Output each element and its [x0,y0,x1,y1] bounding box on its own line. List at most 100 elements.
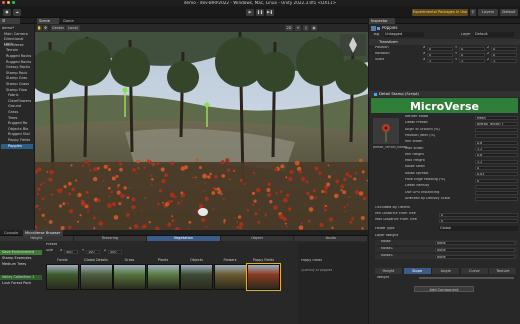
transform-rotation-x-field[interactable]: 0 [427,52,453,57]
hierarchy-item[interactable]: Fabric [1,93,33,98]
hierarchy-item[interactable]: Stamp Gras [1,76,33,81]
category-label[interactable]: Grass [113,258,146,263]
minimize-icon[interactable] [7,1,10,4]
transform-position-z-field[interactable]: 0 [491,46,517,51]
property-field[interactable]: 0.8 [475,153,518,158]
falloff-dropdown[interactable]: Global [439,226,518,231]
active-checkbox[interactable] [377,27,380,30]
browser-sidebar-item[interactable]: Stamp Examples [0,256,42,261]
move-tool-icon[interactable]: ✥ [43,25,48,31]
size-field[interactable]: 500 [64,249,78,254]
occluded-by-others-header[interactable]: Occluded By Others [375,206,410,210]
hierarchy-item[interactable]: Objects Blo [1,127,33,132]
transform-scale-x-field[interactable]: 1 [427,58,453,63]
hierarchy-item[interactable]: Main Camera [1,32,33,37]
hand-tool-icon[interactable]: ✋ [37,25,42,31]
category-thumbnail[interactable] [180,264,213,290]
layer-dropdown[interactable]: Default [474,32,514,37]
tool-tab[interactable]: Object [220,236,295,241]
hierarchy-item[interactable]: Stamp Rock [1,71,33,76]
tool-tab[interactable]: Audio [294,236,368,241]
experimental-packages-badge[interactable]: Experimental Packages In Use [412,9,468,16]
filter-tab[interactable]: Height [375,268,403,274]
property-field[interactable]: 0.8 [475,140,518,145]
add-component-button[interactable]: Add Component [414,286,474,292]
noise-row[interactable]: Noise None [375,240,518,245]
category-thumbnail[interactable] [113,264,146,290]
property-field[interactable]: 0.03 [475,172,518,177]
transform-scale-y-field[interactable]: 1 [459,58,485,63]
property-field[interactable]: Mesh [475,115,518,120]
category-label[interactable]: Forest [46,258,79,263]
property-field[interactable]: 1.2 [475,147,518,151]
noise-field[interactable]: None [435,240,515,245]
audio-icon[interactable]: ♫ [303,25,309,31]
search-icon[interactable]: ⚲ [470,9,476,16]
category-thumbnail[interactable] [146,264,180,290]
category-label[interactable]: Global Details [80,258,113,263]
hierarchy-item[interactable]: Stamp Grass [1,82,33,87]
pivot-center-dropdown[interactable]: Center [51,25,65,31]
hierarchy-item[interactable]: Grass [1,110,33,115]
2d-toggle[interactable]: 2D [285,25,293,31]
hierarchy-item[interactable]: Ground [1,104,33,109]
noise-field[interactable]: None [435,247,515,252]
browser-sidebar-item[interactable]: Lush Forest Pack [0,281,42,286]
layout-dropdown[interactable]: Default [500,9,518,16]
browser-sidebar-item[interactable]: Valley Collection 1 [0,274,42,280]
noise-row[interactable]: Noise1 None [375,254,518,259]
category-label[interactable]: Plants [147,258,180,263]
tab-inspector[interactable]: Inspector [369,18,395,24]
scene-viewport[interactable] [35,32,368,230]
property-field[interactable]: 0 [475,165,518,170]
filter-tab[interactable]: Angle [432,268,461,274]
hierarchy-item[interactable]: Rugged Rocks [1,60,33,65]
detail-stamp-header[interactable]: Detail Stamp (Script) [369,91,520,97]
transform-rotation-z-field[interactable]: 0 [491,52,517,57]
category-thumbnail[interactable] [46,264,79,290]
hierarchy-item[interactable]: demo* [1,26,33,31]
noise-field[interactable]: None [435,254,515,259]
layers-dropdown[interactable]: Layers [478,9,498,16]
object-name[interactable]: Poppies [382,26,442,30]
size-field[interactable]: 500 [108,249,122,254]
category-thumbnail[interactable] [246,263,281,291]
hierarchy-item[interactable]: Terrain [1,48,33,53]
hierarchy-item[interactable]: Stamp Flow [1,88,33,93]
hierarchy-item[interactable]: Trees [1,116,33,121]
category-label[interactable]: Objects [180,258,213,263]
property-field[interactable] [475,128,518,133]
hierarchy-item[interactable]: Poppies [1,143,33,149]
step-icon[interactable]: ▶❚ [266,9,274,16]
category-label[interactable]: Poppy Fields [247,258,280,263]
tool-tab[interactable]: Height [0,236,74,241]
category-label[interactable]: Flowers [214,258,247,263]
filter-tab[interactable]: Curve [460,268,489,274]
tool-tab[interactable]: Vegetation [147,236,221,241]
size-field[interactable]: 100 [86,249,100,254]
browser-sidebar-item[interactable] [0,269,42,274]
pause-icon[interactable]: ❚❚ [256,9,264,16]
property-field[interactable] [475,197,518,202]
property-field[interactable] [475,134,518,139]
transform-scale-z-field[interactable]: 1 [491,58,517,63]
transform-position-y-field[interactable]: 0 [459,46,485,51]
hierarchy-item[interactable]: Directional Light [1,37,33,46]
hierarchy-item[interactable]: MicroVerse [1,43,33,48]
property-field[interactable]: 0 [439,218,518,223]
filter-tab[interactable]: Slope [403,268,432,274]
tool-tab[interactable]: Texturing [73,236,148,241]
maximize-icon[interactable] [12,1,15,4]
lighting-icon[interactable]: ☀ [295,25,301,31]
filter-tab[interactable]: Texture [489,268,518,274]
hierarchy-item[interactable]: ClearFlowers [1,99,33,104]
tab-hierarchy[interactable]: ☰ [0,18,20,24]
hierarchy-item[interactable]: Poppy Fields [1,138,33,143]
transform-header[interactable]: Transform [369,39,520,45]
hierarchy-item[interactable]: Rugged Ro [1,121,33,126]
pivot-local-dropdown[interactable]: Local [66,25,80,31]
cloud-icon[interactable]: ☁ [13,9,21,16]
hierarchy-item[interactable]: Rugged Stal [1,132,33,137]
weight-slider[interactable] [419,277,514,279]
transform-position-x-field[interactable]: 0 [427,46,453,51]
